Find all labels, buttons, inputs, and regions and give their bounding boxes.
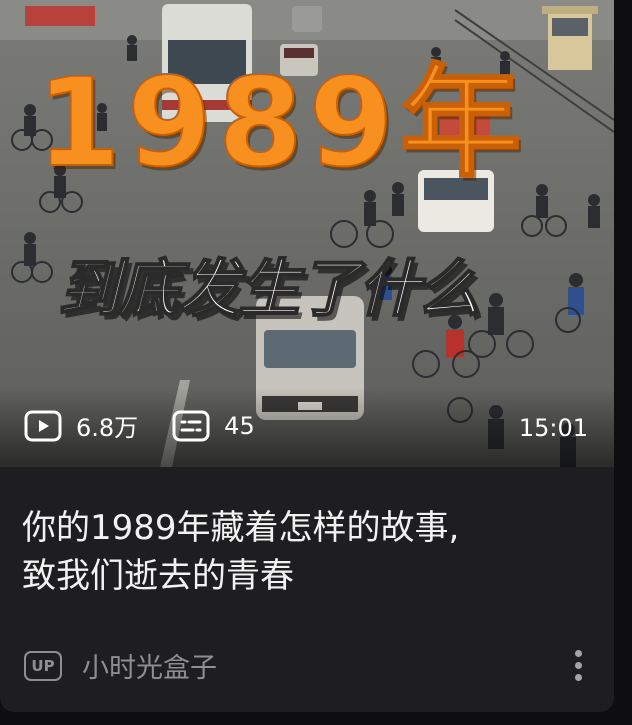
video-title-line-2: 致我们逝去的青春 [22, 556, 294, 596]
play-icon [24, 409, 64, 443]
video-title[interactable]: 你的1989年藏着怎样的故事, 致我们逝去的青春 [22, 504, 592, 600]
author-name[interactable]: 小时光盒子 [82, 646, 217, 685]
more-dot [574, 650, 582, 657]
author-row[interactable]: UP 小时光盒子 [24, 646, 217, 685]
view-count-value: 6.8万 [76, 414, 139, 442]
more-dot [574, 662, 582, 669]
up-badge-icon: UP [24, 650, 62, 681]
comment-count-value: 45 [224, 411, 255, 440]
video-card[interactable]: 1989年 到底发生了什么 6.8万 45 15:01 你的1989年藏着怎样的… [0, 0, 614, 712]
more-vertical-icon[interactable] [568, 650, 588, 686]
video-stats: 6.8万 45 [24, 408, 289, 443]
more-dot [574, 674, 582, 681]
video-duration: 15:01 [518, 414, 588, 442]
thumbnail-year-overlay: 1989年 [35, 52, 528, 194]
comment-count: 45 [172, 409, 255, 443]
thumbnail-subtitle-overlay: 到底发生了什么 [57, 252, 481, 325]
danmaku-icon [172, 409, 212, 443]
video-title-line-1: 你的1989年藏着怎样的故事, [22, 508, 460, 548]
video-thumbnail[interactable]: 1989年 到底发生了什么 6.8万 45 15:01 [0, 0, 614, 467]
view-count: 6.8万 [24, 408, 138, 443]
